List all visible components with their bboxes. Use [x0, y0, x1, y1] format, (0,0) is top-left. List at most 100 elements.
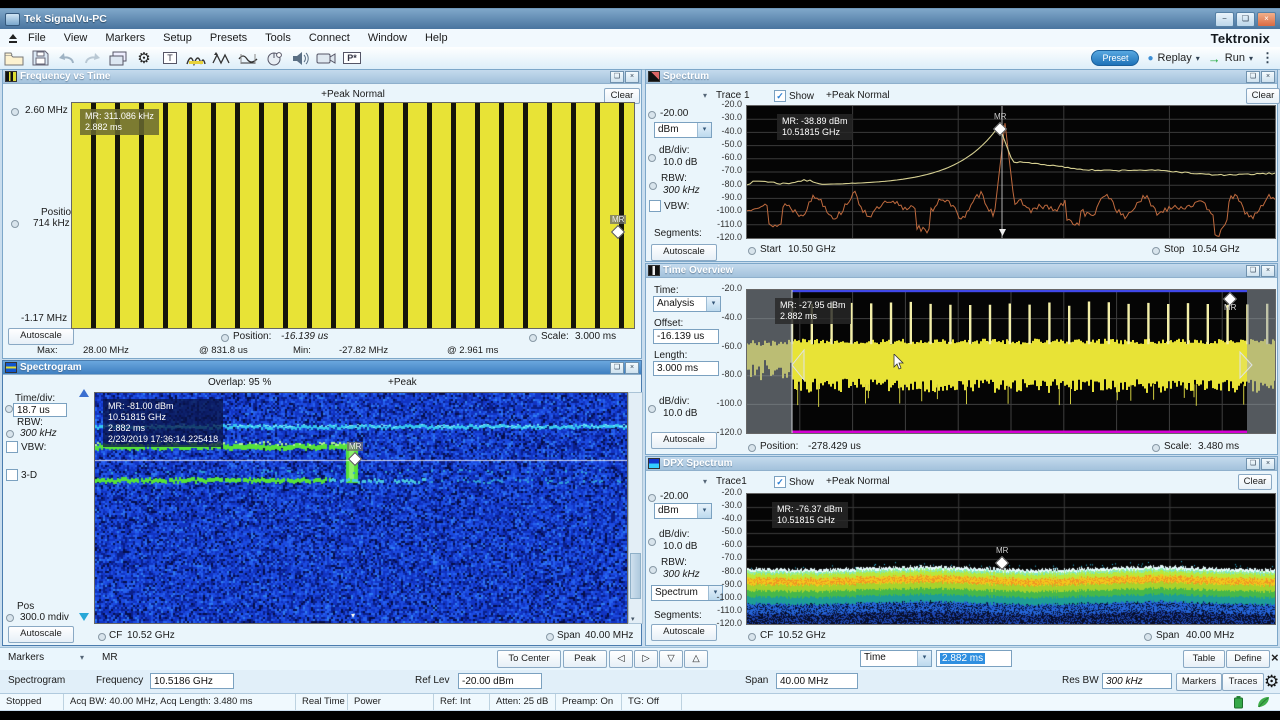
eject-icon[interactable]	[8, 34, 19, 43]
autoscale-button[interactable]: Autoscale	[8, 626, 74, 643]
panel-restore-button[interactable]: ❏	[1246, 71, 1260, 83]
time-overview-titlebar[interactable]: Time Overview ❏×	[646, 264, 1277, 278]
ref-lev-field[interactable]: -20.00 dBm	[458, 673, 542, 689]
table-button[interactable]: Table	[1183, 650, 1225, 668]
preset-button[interactable]: Preset	[1091, 50, 1139, 66]
time-overview-plot[interactable]: MR: -27.95 dBm 2.882 ms MR	[746, 289, 1276, 434]
scroll-up-icon[interactable]	[79, 389, 89, 397]
lower-peak-button[interactable]: ▽	[659, 650, 683, 668]
run-button[interactable]: → Run ▾	[1208, 51, 1253, 66]
autoscale-button[interactable]: Autoscale	[8, 328, 74, 345]
frequency-vs-time-titlebar[interactable]: Frequency vs Time ❏×	[3, 70, 641, 84]
dpx-titlebar[interactable]: DPX Spectrum ❏×	[646, 457, 1277, 471]
anchor-icon[interactable]	[6, 614, 14, 622]
frequency-field[interactable]: 10.5186 GHz	[150, 673, 234, 689]
anchor-icon[interactable]	[648, 111, 656, 119]
anchor-icon[interactable]	[221, 334, 229, 342]
anchor-icon[interactable]	[748, 444, 756, 452]
vbw-checkbox[interactable]: VBW:	[649, 200, 689, 212]
replay-dropdown-icon[interactable]: ▾	[1196, 54, 1200, 63]
marker-mr[interactable]: MR	[995, 124, 1005, 134]
scrollbar-thumb[interactable]	[630, 553, 641, 599]
show-checkbox[interactable]: ✓Show	[774, 90, 814, 102]
anchor-icon[interactable]	[11, 220, 19, 228]
panel-close-button[interactable]: ×	[1261, 265, 1275, 277]
panel-restore-button[interactable]: ❏	[610, 362, 624, 374]
menu-item[interactable]: Connect	[300, 30, 359, 46]
panel-restore-button[interactable]: ❏	[1246, 458, 1260, 470]
audio-icon[interactable]	[288, 49, 312, 67]
spectrogram-titlebar[interactable]: Spectrogram ❏×	[3, 361, 641, 375]
anchor-icon[interactable]	[648, 494, 656, 502]
panel-restore-button[interactable]: ❏	[610, 71, 624, 83]
timediv-field[interactable]: 18.7 us	[13, 403, 67, 417]
to-center-button[interactable]: To Center	[497, 650, 561, 668]
trace-dropdown-icon[interactable]: ▾	[703, 91, 707, 100]
readout-type-combo[interactable]: Time▾	[860, 650, 932, 667]
higher-peak-button[interactable]: △	[684, 650, 708, 668]
anchor-icon[interactable]	[529, 334, 537, 342]
camera-icon[interactable]	[314, 49, 338, 67]
run-dropdown-icon[interactable]: ▾	[1249, 54, 1253, 63]
autoscale-button[interactable]: Autoscale	[651, 244, 717, 261]
anchor-icon[interactable]	[6, 430, 14, 438]
anchor-icon[interactable]	[648, 405, 656, 413]
window-titlebar[interactable]: Tek SignalVu-PC − ❏ ×	[0, 9, 1280, 29]
trace-display-icon[interactable]	[236, 49, 260, 67]
peak-button[interactable]: Peak	[563, 650, 607, 668]
mouse-settings-icon[interactable]	[262, 49, 286, 67]
trace-dropdown-icon[interactable]: ▾	[703, 477, 707, 486]
clear-button[interactable]: Clear	[1246, 88, 1280, 104]
vbw-checkbox[interactable]: VBW:	[6, 441, 46, 453]
markers-dropdown-icon[interactable]: ▾	[80, 653, 84, 662]
save-icon[interactable]	[28, 49, 52, 67]
next-peak-button[interactable]: ▷	[634, 650, 658, 668]
spectrogram-scrollbar[interactable]: ▾	[628, 392, 643, 624]
close-markers-icon[interactable]: ×	[1271, 650, 1279, 666]
anchor-icon[interactable]	[1144, 633, 1152, 641]
panel-close-button[interactable]: ×	[1261, 458, 1275, 470]
panel-close-button[interactable]: ×	[625, 71, 639, 83]
span-field[interactable]: 40.00 MHz	[776, 673, 858, 689]
anchor-icon[interactable]	[648, 154, 656, 162]
menu-item[interactable]: Tools	[256, 30, 300, 46]
marker-mr[interactable]: MR	[1225, 294, 1235, 304]
anchor-icon[interactable]	[5, 405, 13, 413]
spectrum-titlebar[interactable]: Spectrum ❏×	[646, 70, 1277, 84]
anchor-icon[interactable]	[1152, 444, 1160, 452]
frequency-vs-time-plot[interactable]: MR: 311.086 kHz 2.882 ms MR	[71, 102, 635, 329]
spectrogram-plot[interactable]: MR: -81.00 dBm 10.51815 GHz 2.882 ms 2/2…	[94, 392, 628, 624]
menu-item[interactable]: View	[55, 30, 97, 46]
marker-mr[interactable]: MR	[613, 227, 623, 237]
prev-peak-button[interactable]: ◁	[609, 650, 633, 668]
scrollbar-down-icon[interactable]: ▾	[631, 615, 635, 623]
redo-icon[interactable]	[80, 49, 104, 67]
scroll-down-icon[interactable]	[79, 613, 89, 621]
anchor-icon[interactable]	[11, 108, 19, 116]
anchor-icon[interactable]	[1152, 247, 1160, 255]
undo-icon[interactable]	[54, 49, 78, 67]
trace-selector[interactable]: Trace1	[716, 476, 747, 487]
res-bw-field[interactable]: 300 kHz	[1102, 673, 1172, 689]
traces-button[interactable]: Traces	[1222, 673, 1264, 691]
marker-value-field[interactable]: 2.882 ms	[936, 650, 1012, 667]
open-folder-icon[interactable]	[2, 49, 26, 67]
threed-checkbox[interactable]: 3-D	[6, 469, 37, 481]
menu-item[interactable]: Presets	[201, 30, 256, 46]
markers-display-icon[interactable]	[210, 49, 234, 67]
text-tag-icon[interactable]: T	[158, 49, 182, 67]
marker-mr[interactable]: MR	[997, 558, 1007, 568]
settings-gear-icon[interactable]: ⚙	[132, 49, 156, 67]
maximize-button[interactable]: ❏	[1236, 12, 1255, 27]
close-button[interactable]: ×	[1257, 12, 1276, 27]
clear-button[interactable]: Clear	[1238, 474, 1272, 490]
anchor-icon[interactable]	[748, 247, 756, 255]
define-button[interactable]: Define	[1226, 650, 1270, 668]
anchor-icon[interactable]	[649, 182, 657, 190]
anchor-icon[interactable]	[748, 633, 756, 641]
anchor-icon[interactable]	[546, 633, 554, 641]
spectrum-plot[interactable]: MR: -38.89 dBm 10.51815 GHz MR	[746, 105, 1276, 239]
panel-close-button[interactable]: ×	[625, 362, 639, 374]
windows-layout-icon[interactable]	[106, 49, 130, 67]
panel-restore-button[interactable]: ❏	[1246, 265, 1260, 277]
